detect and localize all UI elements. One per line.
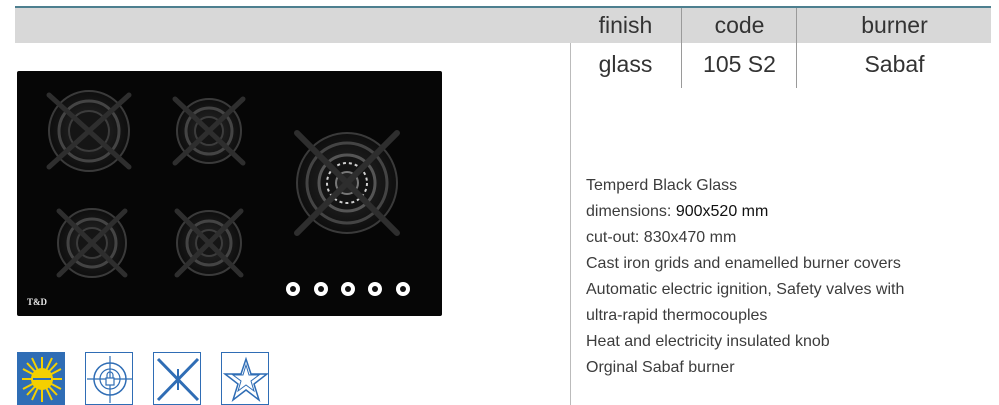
wok-burner	[294, 130, 400, 236]
desc-ignition: Automatic electric ignition, Safety valv…	[586, 281, 905, 298]
code-column: code 105 S2	[681, 8, 797, 88]
gas-safety-lock-icon	[85, 352, 133, 405]
desc-glass: Temperd Black Glass	[586, 177, 738, 194]
desc-grids: Cast iron grids and enamelled burner cov…	[586, 255, 901, 272]
burner-top-left	[46, 90, 132, 172]
desc-burner: Orginal Sabaf burner	[586, 359, 735, 376]
cooktop-product-image: T&D	[17, 71, 442, 316]
star-icon	[221, 352, 269, 405]
burner-column: burner Sabaf	[796, 8, 992, 88]
sabaf-sun-icon	[17, 352, 65, 405]
spec-table: finish glass code 105 S2 burner Sabaf	[570, 8, 991, 88]
burner-bottom-middle	[174, 208, 244, 278]
finish-column: finish glass	[570, 8, 681, 88]
product-description: Temperd Black Glass dimensions: 900x520 …	[586, 173, 986, 381]
dimensions-label: dimensions:	[586, 203, 676, 220]
dimensions-value: 900x520 mm	[675, 203, 769, 220]
burner-bottom-left	[56, 208, 128, 278]
desc-thermocouples: ultra-rapid thermocouples	[586, 307, 768, 324]
desc-cutout: cut-out: 830x470 mm	[586, 229, 737, 246]
desc-knob: Heat and electricity insulated knob	[586, 333, 830, 350]
finish-header: finish	[598, 12, 653, 38]
burner-value: Sabaf	[864, 51, 925, 77]
column-divider	[570, 43, 571, 405]
control-knobs	[286, 282, 410, 296]
burner-top-middle	[172, 96, 246, 166]
finish-value: glass	[598, 51, 653, 77]
cast-iron-grid-icon	[153, 352, 201, 405]
cooktop-illustration	[46, 90, 410, 296]
code-value: 105 S2	[703, 51, 776, 77]
burner-header: burner	[861, 12, 928, 38]
code-header: code	[714, 12, 765, 38]
desc-dimensions: dimensions: 900x520 mm	[586, 199, 986, 225]
brand-logo: T&D	[27, 297, 47, 307]
